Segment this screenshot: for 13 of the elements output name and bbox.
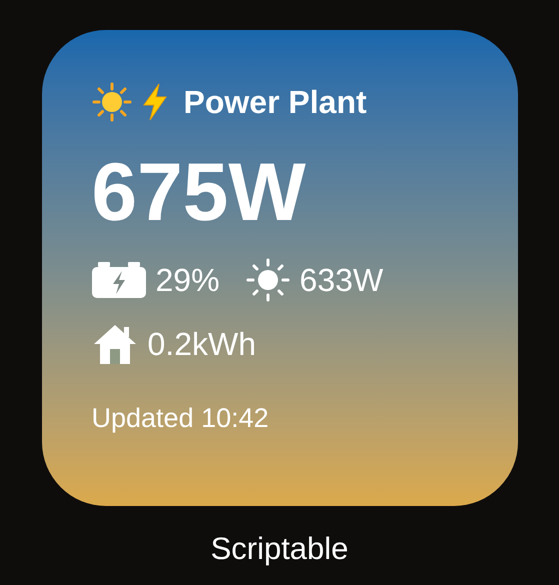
stat-value: 29% [156, 261, 220, 300]
lightning-icon [142, 83, 168, 121]
sun-icon [92, 82, 132, 122]
stat-value: 633W [300, 261, 384, 300]
updated-time: Updated 10:42 [92, 402, 270, 435]
widget-card[interactable]: Power Plant 675W 29% 633W 0.2kWh Updated 10:42 [42, 30, 518, 506]
widget-title: Power Plant [184, 83, 367, 122]
battery-icon [92, 262, 146, 298]
app-label: Scriptable [210, 530, 348, 568]
sun-icon [246, 258, 290, 302]
stat-value: 0.2kWh [148, 325, 256, 364]
house-icon [92, 323, 138, 365]
power-value: 675W [92, 152, 307, 234]
